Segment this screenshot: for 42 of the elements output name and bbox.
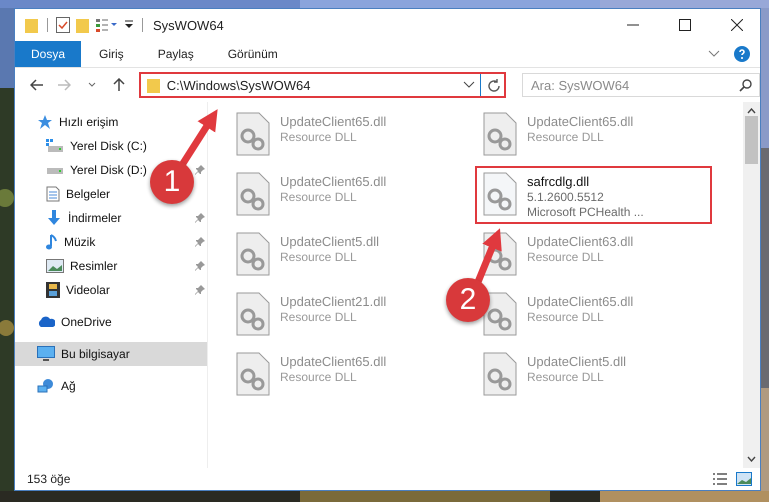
sidebar-item[interactable]: Bu bilgisayar	[15, 342, 207, 366]
file-detail: Resource DLL	[527, 310, 605, 324]
ribbon-tab[interactable]: Paylaş	[142, 41, 210, 67]
ribbon-tab[interactable]: Giriş	[83, 41, 140, 67]
sidebar-item[interactable]: Belgeler	[15, 182, 114, 206]
ribbon-tab[interactable]: Görünüm	[212, 41, 294, 67]
sidebar-item[interactable]: Yerel Disk (D:)	[15, 158, 151, 182]
file-name: UpdateClient65.dll	[527, 294, 634, 309]
sidebar-item[interactable]: Müzik	[15, 230, 100, 254]
sidebar-item[interactable]: İndirmeler	[15, 206, 126, 230]
file-detail: Resource DLL	[527, 130, 605, 144]
file-name: safrcdlg.dll	[527, 174, 590, 189]
file-detail: 5.1.2600.5512	[527, 190, 605, 204]
file-name: UpdateClient63.dll	[527, 234, 634, 249]
file-detail: Resource DLL	[280, 130, 358, 144]
file-detail: Resource DLL	[280, 370, 358, 384]
file-detail: Resource DLL	[280, 310, 358, 324]
sidebar-item[interactable]: Resimler	[15, 254, 122, 278]
file-detail: Resource DLL	[280, 250, 358, 264]
file-detail: Resource DLL	[527, 250, 605, 264]
file-detail: Resource DLL	[527, 370, 605, 384]
file-name: UpdateClient65.dll	[280, 354, 386, 369]
file-detail: Microsoft PCHealth ...	[527, 205, 644, 219]
window-title: SysWOW64	[153, 18, 225, 32]
file-name: UpdateClient65.dll	[527, 114, 634, 129]
file-name: UpdateClient65.dll	[280, 174, 386, 189]
file-name: UpdateClient65.dll	[280, 114, 386, 129]
file-name: UpdateClient5.dll	[280, 234, 380, 249]
file-name: UpdateClient21.dll	[280, 294, 386, 309]
sidebar-item[interactable]: Ağ	[15, 374, 80, 398]
ribbon-tab[interactable]: Dosya	[15, 41, 82, 67]
item-count: 153 öğe	[27, 472, 72, 486]
file-name: UpdateClient5.dll	[527, 354, 626, 369]
address-path: C:\Windows\SysWOW64	[166, 78, 312, 92]
file-tile[interactable]: safrcdlg.dll 5.1.2600.5512 Microsoft PCHealth ...	[475, 166, 712, 224]
sidebar-item[interactable]: Yerel Disk (C:)	[15, 134, 151, 158]
sidebar-item[interactable]: OneDrive	[15, 310, 116, 334]
sidebar-item[interactable]: Videolar	[15, 278, 114, 302]
address-bar[interactable]: C:\Windows\SysWOW64	[138, 72, 506, 98]
search-field[interactable]: Ara: SysWOW64	[522, 73, 760, 97]
sidebar-item[interactable]: Hızlı erişim	[15, 110, 122, 134]
file-detail: Resource DLL	[280, 190, 358, 204]
